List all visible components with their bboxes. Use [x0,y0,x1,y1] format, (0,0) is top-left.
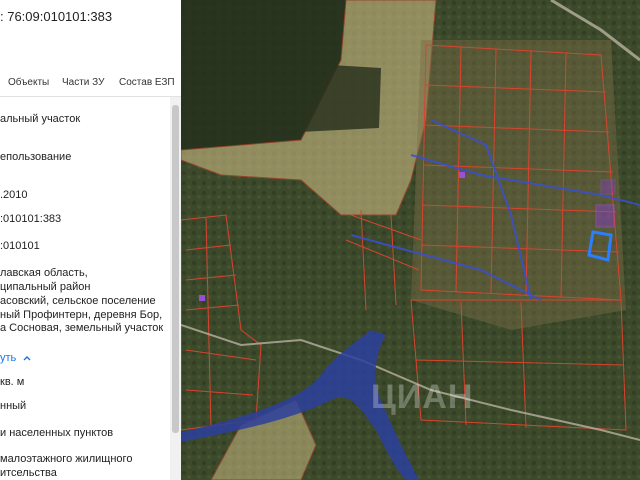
tabs-divider [0,96,181,97]
registration-date: .2010 [0,189,28,201]
map-watermark: ЦИАН [371,378,474,416]
parcel-usage: епользование [0,151,72,163]
collapse-link[interactable]: уть [0,352,31,365]
parcel-type: альный участок [0,113,81,125]
address-line-2: ципальный район [0,281,91,293]
land-category: и населенных пунктов [0,427,114,439]
address-line-5: а Сосновая, земельный участок [0,322,164,334]
permitted-use-line-1: малоэтажного жилищного [0,453,133,465]
scrollbar-thumb[interactable] [172,105,179,433]
panel-scrollbar[interactable] [170,97,181,480]
highlight-parcel-1 [595,204,615,228]
field-east [411,40,626,330]
address-line-1: лавская область, [0,267,88,279]
permitted-use-line-2: итсельства [0,467,57,479]
satellite-map[interactable]: ЦИАН [181,0,640,480]
highlight-parcel-2 [600,179,616,195]
cadastral-quarter: :010101 [0,240,40,252]
collapse-link-label: уть [0,352,17,364]
chevron-up-icon [23,352,31,365]
parcel-status: нный [0,400,27,412]
tab-parts[interactable]: Части ЗУ [62,77,104,88]
cadastral-number: :010101:383 [0,213,62,225]
info-panel: : 76:09:010101:383 Объекты Части ЗУ Сост… [0,0,181,480]
tab-ezp[interactable]: Состав ЕЗП [119,77,175,88]
parcel-area: кв. м [0,376,25,388]
parcel-title: : 76:09:010101:383 [0,9,113,24]
tab-bar: Объекты Части ЗУ Состав ЕЗП [0,77,181,91]
tab-objects[interactable]: Объекты [8,77,49,88]
address-line-4: ный Профинтерн, деревня Бор, [0,309,163,321]
address-line-3: асовский, сельское поселение [0,295,156,307]
